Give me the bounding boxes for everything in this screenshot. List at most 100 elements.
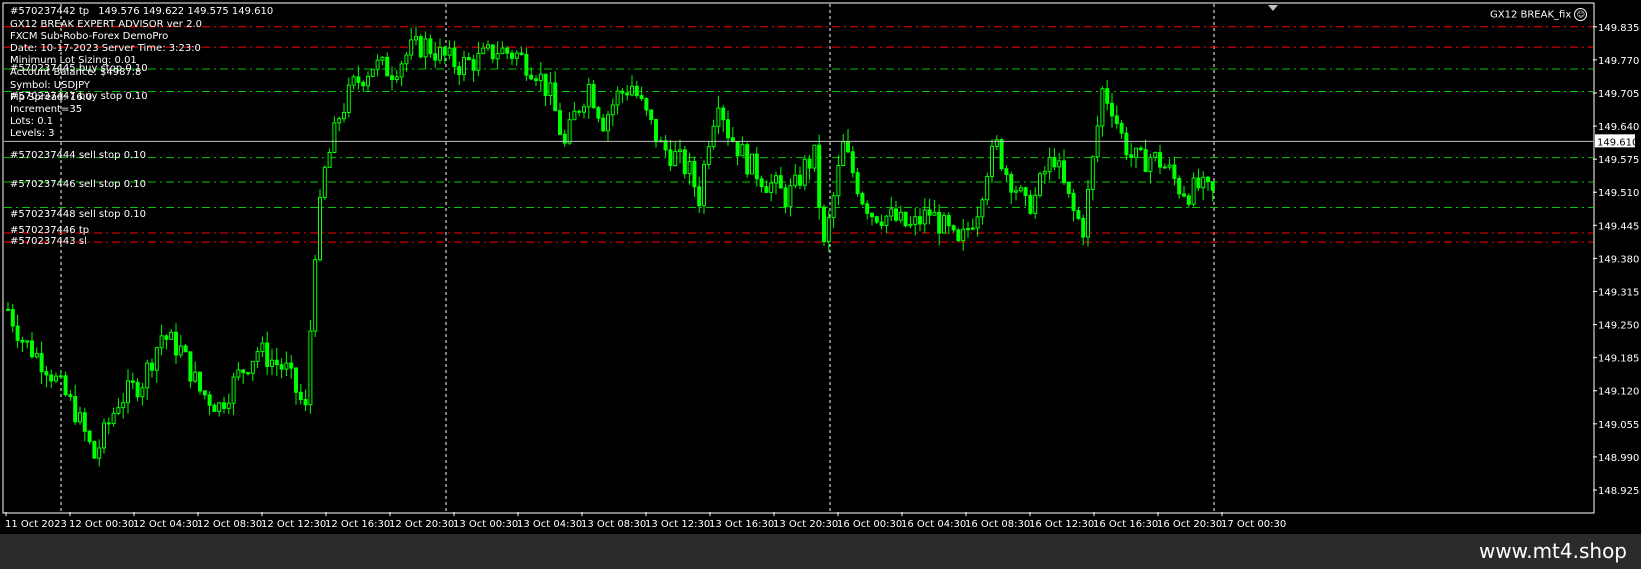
order-label[interactable]: #570237443 sl (10, 236, 87, 247)
x-tick-label: 12 Oct 16:30 (325, 519, 390, 530)
candle-body (1129, 154, 1134, 158)
candle-body (1081, 217, 1086, 238)
x-tick-label: 12 Oct 04:30 (133, 519, 198, 530)
order-label[interactable]: #570237446 tp (10, 225, 89, 236)
candle-body (841, 141, 846, 166)
candle-body (1052, 157, 1057, 168)
candle-body (1009, 173, 1014, 193)
candle-body (15, 325, 20, 341)
candle-body (817, 144, 822, 208)
candle-body (1076, 210, 1081, 219)
candle-body (34, 353, 39, 358)
candle-body (788, 185, 793, 208)
candle-body (284, 362, 289, 370)
candle-body (356, 76, 361, 83)
ea-name-label[interactable]: GX12 BREAK_fix ☺ (1490, 8, 1588, 21)
y-tick-label: 149.640 (1598, 122, 1639, 133)
candle-body (889, 208, 894, 217)
candle-body (178, 345, 183, 356)
candle-body (668, 149, 673, 167)
candle-body (620, 90, 625, 94)
candle-body (538, 73, 543, 82)
smiley-icon: ☺ (1574, 8, 1588, 21)
candle-body (433, 53, 438, 61)
order-label[interactable]: #570237444 sell stop 0.10 (10, 150, 146, 161)
order-label[interactable]: #570237445 buy stop 0.10 (10, 63, 148, 74)
x-tick-label: 17 Oct 00:30 (1221, 519, 1286, 530)
order-label[interactable]: #570237448 sell stop 0.10 (10, 209, 146, 220)
x-tick-label: 12 Oct 12:30 (261, 519, 326, 530)
chart-window[interactable]: 149.835 149.770 149.705 149.640 149.575 149.5… (0, 0, 1641, 534)
candle-body (1004, 168, 1009, 175)
candle-body (519, 52, 524, 56)
candle-body (956, 229, 961, 242)
ea-info-line: GX12 BREAK EXPERT ADVISOR ver 2.0 (10, 19, 202, 30)
candle-body (1038, 173, 1042, 196)
candle-body (865, 203, 870, 214)
ea-info-line: Lots: 0.1 (10, 116, 54, 127)
x-tick-label: 11 Oct 2023 (5, 519, 67, 530)
candle-body (457, 66, 462, 76)
candle-body (231, 376, 236, 404)
candle-body (121, 402, 126, 409)
candle-body (63, 375, 68, 396)
candle-body (222, 402, 226, 409)
candle-body (1162, 166, 1167, 169)
shift-marker-icon[interactable] (1268, 5, 1278, 11)
candle-body (500, 47, 505, 55)
candle-body (198, 371, 202, 392)
candle-body (615, 90, 620, 106)
candle-body (711, 125, 716, 148)
candle-body (414, 36, 418, 41)
candle-body (682, 149, 687, 175)
candle-body (735, 140, 740, 157)
candle-body (721, 107, 726, 121)
candle-body (44, 371, 49, 376)
candle-body (577, 110, 582, 113)
candle-body (1100, 88, 1105, 127)
candle-body (6, 308, 10, 311)
candle-body (774, 175, 778, 184)
candle-body (351, 76, 356, 86)
candle-body (970, 227, 975, 230)
candle-body (975, 216, 980, 229)
candle-body (154, 347, 159, 371)
candle-body (102, 422, 106, 449)
candle-body (846, 141, 850, 153)
candle-body (1119, 122, 1124, 134)
candle-body (855, 172, 860, 195)
candle-body (294, 367, 298, 393)
candle-body (73, 396, 78, 423)
candle-body (610, 104, 615, 116)
candle-body (375, 59, 380, 70)
candle-body (1066, 182, 1071, 194)
candle-body (394, 76, 399, 81)
candle-body (884, 215, 889, 226)
ea-info-line: Increment=35 (10, 104, 83, 115)
candle-body (370, 68, 375, 77)
candle-body (994, 139, 999, 147)
candle-body (524, 54, 529, 76)
candle-body (505, 47, 510, 54)
candle-body (380, 56, 385, 61)
candle-body (639, 95, 644, 100)
y-tick-label: 149.120 (1598, 387, 1639, 398)
order-label[interactable]: #570237447 buy stop 0.10 (10, 91, 148, 102)
candle-body (274, 359, 279, 366)
ea-info-line: FXCM Sub-Robo-Forex DemoPro (10, 31, 169, 42)
candle-body (313, 259, 318, 332)
candle-body (54, 375, 58, 382)
candle-body (1182, 193, 1186, 197)
candle-body (908, 223, 913, 227)
candle-body (918, 216, 922, 225)
candle-body (601, 117, 606, 132)
candle-body (1177, 177, 1182, 195)
price-chart[interactable]: 149.835 149.770 149.705 149.640 149.575 149.5… (0, 0, 1641, 534)
x-tick-label: 12 Oct 20:30 (389, 519, 454, 530)
candle-body (116, 407, 121, 414)
y-tick-label: 149.055 (1598, 420, 1639, 431)
candle-body (342, 111, 346, 120)
candle-body (961, 228, 966, 242)
candle-body (687, 161, 692, 175)
order-label[interactable]: #570237446 sell stop 0.10 (10, 179, 146, 190)
